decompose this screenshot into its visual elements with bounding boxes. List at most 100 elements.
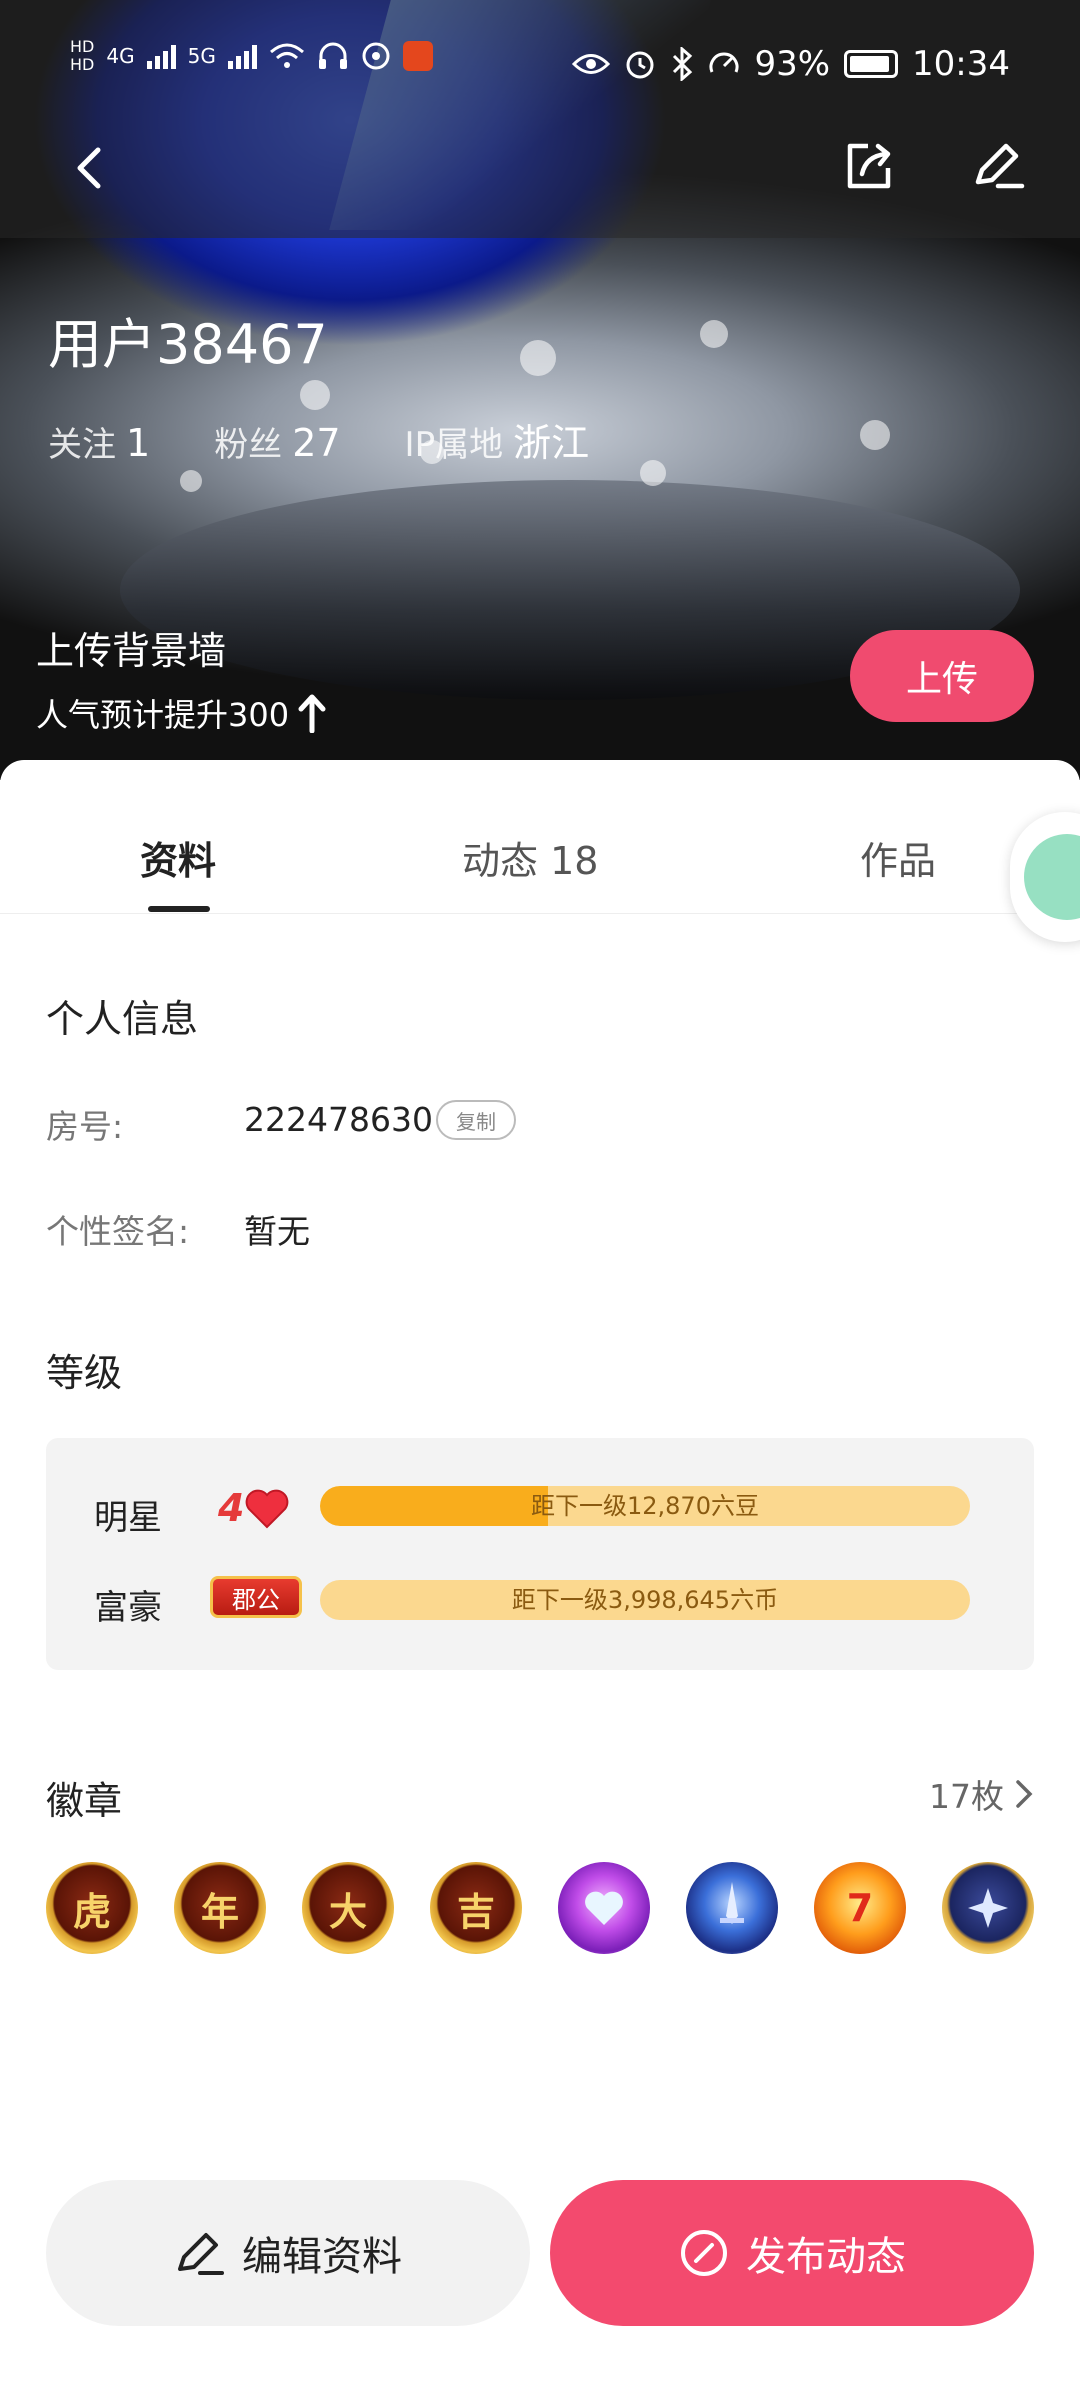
pencil-icon bbox=[975, 143, 1025, 189]
star-progress-text: 距下一级12,870六豆 bbox=[531, 1492, 759, 1520]
ip-value: 浙江 bbox=[513, 421, 590, 465]
follow-label[interactable]: 关注 bbox=[48, 417, 116, 466]
chevron-right-icon bbox=[1016, 1780, 1033, 1808]
signature-value: 暂无 bbox=[244, 1212, 310, 1251]
profile-background: HD HD 4G 5G 93% 10:34 用户38467 关注 1 粉丝 27… bbox=[0, 0, 1080, 780]
status-left: HD HD 4G 5G bbox=[70, 38, 433, 74]
tab-moments[interactable]: 动态 18 bbox=[462, 830, 598, 885]
follow-count[interactable]: 1 bbox=[126, 421, 150, 465]
chat-floating-button[interactable] bbox=[1010, 812, 1080, 942]
net-5g-label: 5G bbox=[187, 44, 216, 68]
speed-icon bbox=[709, 52, 739, 73]
share-icon bbox=[847, 143, 891, 189]
copy-button[interactable]: 复制 bbox=[436, 1100, 516, 1140]
star-level-number: 4 bbox=[218, 1486, 245, 1530]
profile-stats: 关注 1 粉丝 27 IP属地 浙江 bbox=[48, 412, 653, 467]
username: 用户38467 bbox=[48, 313, 328, 376]
badge-big[interactable]: 大 bbox=[302, 1862, 394, 1954]
hd2-label: HD bbox=[70, 55, 95, 74]
sparkle bbox=[700, 320, 728, 348]
badge-glyph: 吉 bbox=[456, 1889, 495, 1934]
upload-banner-title: 上传背景墙 bbox=[36, 629, 227, 673]
battery-icon bbox=[844, 50, 899, 78]
tab-bar: 资料 动态 18 作品 bbox=[0, 760, 1080, 942]
heart-icon bbox=[246, 1489, 289, 1529]
rich-level-badge: 郡公 bbox=[210, 1576, 302, 1618]
badge-list: 虎 年 大 吉 7 bbox=[46, 1862, 1034, 1954]
share-button[interactable] bbox=[838, 136, 898, 196]
badge-tiger[interactable]: 虎 bbox=[46, 1862, 138, 1954]
edit-profile-top-button[interactable] bbox=[968, 136, 1028, 196]
alarm-icon bbox=[626, 51, 654, 79]
badges-count: 17枚 bbox=[929, 1777, 1004, 1816]
badge-year[interactable]: 年 bbox=[174, 1862, 266, 1954]
ip-label: IP属地 bbox=[404, 425, 504, 465]
post-moment-label: 发布动态 bbox=[746, 2234, 906, 2280]
sparkle bbox=[860, 420, 890, 450]
badge-glyph: 年 bbox=[200, 1889, 239, 1934]
signature-label: 个性签名: bbox=[46, 1212, 190, 1251]
room-number-label: 房号: bbox=[46, 1107, 124, 1146]
level-title: 等级 bbox=[46, 1351, 123, 1395]
back-arrow-icon bbox=[77, 147, 101, 189]
badges-more-link[interactable]: 17枚 bbox=[929, 1770, 1034, 1818]
clock: 10:34 bbox=[912, 44, 1010, 84]
level-panel: 明星 4 距下一级12,870六豆 富豪 郡公 距下一级3,998,645六币 bbox=[46, 1438, 1034, 1670]
status-right: 93% 10:34 bbox=[572, 44, 1010, 84]
bottom-action-bar: 编辑资料 发布动态 bbox=[0, 2180, 1080, 2330]
upload-banner-subtitle: 人气预计提升300 bbox=[36, 690, 329, 736]
star-progress-bar: 距下一级12,870六豆 bbox=[320, 1486, 970, 1526]
tab-works[interactable]: 作品 bbox=[860, 830, 936, 885]
tab-profile[interactable]: 资料 bbox=[140, 830, 216, 885]
badge-navy-star[interactable] bbox=[942, 1862, 1034, 1954]
personal-info-title: 个人信息 bbox=[46, 997, 199, 1041]
post-moment-button[interactable]: 发布动态 bbox=[550, 2180, 1034, 2326]
bluetooth-icon bbox=[673, 47, 693, 81]
sparkle bbox=[300, 380, 330, 410]
arrow-up-icon bbox=[298, 694, 326, 733]
star-level-name: 明星 bbox=[94, 1498, 162, 1538]
heart-icon bbox=[585, 1891, 623, 1925]
rich-progress-text: 距下一级3,998,645六币 bbox=[511, 1586, 779, 1614]
pencil-icon bbox=[178, 2233, 224, 2275]
eye-icon bbox=[572, 54, 611, 74]
rich-level-name: 富豪 bbox=[94, 1588, 162, 1628]
tab-indicator bbox=[148, 906, 210, 912]
room-number-value: 222478630 bbox=[244, 1100, 433, 1139]
sparkle bbox=[180, 470, 202, 492]
hd1-label: HD bbox=[70, 37, 95, 56]
badge-seven[interactable]: 7 bbox=[814, 1862, 906, 1954]
wifi-icon bbox=[269, 43, 304, 68]
badge-purple-heart[interactable] bbox=[558, 1862, 650, 1954]
badge-blue-sword[interactable] bbox=[686, 1862, 778, 1954]
fans-count[interactable]: 27 bbox=[292, 421, 340, 465]
hd-indicators: HD HD bbox=[70, 38, 94, 74]
badge-glyph: 大 bbox=[328, 1889, 367, 1934]
badges-title: 徽章 bbox=[46, 1779, 123, 1823]
sparkle bbox=[520, 340, 556, 376]
battery-percent: 93% bbox=[754, 44, 831, 84]
compose-circle-icon bbox=[681, 2230, 727, 2276]
upload-banner-subtitle-text: 人气预计提升300 bbox=[36, 696, 290, 734]
badge-glyph: 7 bbox=[846, 1886, 874, 1930]
chat-bubble-icon bbox=[1024, 834, 1080, 920]
edit-profile-button[interactable]: 编辑资料 bbox=[46, 2180, 530, 2326]
sword-icon bbox=[720, 1882, 744, 1924]
hotspot-icon bbox=[362, 42, 390, 70]
back-button[interactable] bbox=[62, 138, 122, 198]
star-level-badge: 4 bbox=[218, 1486, 290, 1530]
rich-progress-bar: 距下一级3,998,645六币 bbox=[320, 1580, 970, 1620]
edit-profile-label: 编辑资料 bbox=[242, 2234, 402, 2280]
signal-icon bbox=[146, 43, 176, 69]
status-bar: HD HD 4G 5G 93% 10:34 bbox=[0, 0, 1080, 130]
upload-button[interactable]: 上传 bbox=[850, 630, 1034, 722]
headphones-icon bbox=[318, 42, 347, 69]
badge-luck[interactable]: 吉 bbox=[430, 1862, 522, 1954]
profile-card: 资料 动态 18 作品 个人信息 房号: 222478630 复制 个性签名: … bbox=[0, 760, 1080, 2388]
signal-icon bbox=[227, 43, 257, 69]
badge-glyph: 虎 bbox=[72, 1889, 111, 1934]
fans-label[interactable]: 粉丝 bbox=[214, 417, 282, 466]
net-4g-label: 4G bbox=[106, 44, 135, 68]
app-notification-icon bbox=[402, 41, 433, 71]
star-icon bbox=[968, 1888, 1008, 1928]
